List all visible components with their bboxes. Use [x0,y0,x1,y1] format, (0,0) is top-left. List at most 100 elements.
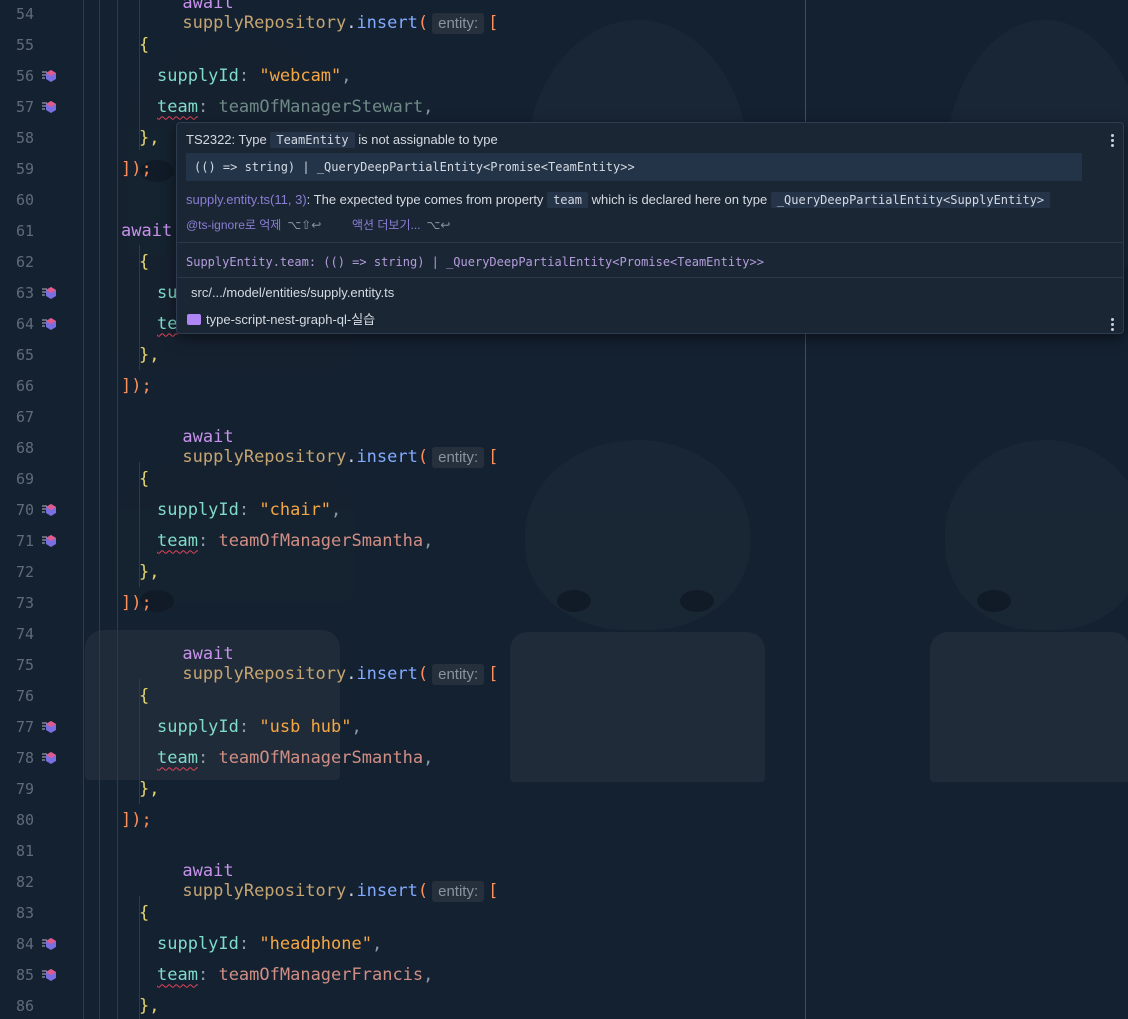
colon: : [238,716,250,737]
team-key-error[interactable]: team [157,97,198,117]
code-line: 72 }, [0,556,1128,587]
supply-id-key: supplyId [157,716,239,737]
line-number: 86 [15,996,34,1015]
code-line: 85 team: teamOfManagerFrancis, [0,959,1128,990]
line-number: 67 [15,407,34,426]
implementation-marker-icon[interactable] [38,749,60,767]
line-number: 56 [15,66,34,85]
line-number: 63 [15,283,34,302]
error-type-chip: TeamEntity [270,132,355,148]
line-number: 75 [15,655,34,674]
more-actions-link[interactable]: 액션 더보기... [352,218,421,232]
supply-id-value: "webcam" [259,65,342,86]
code-line: 57 team: teamOfManagerStewart, [0,91,1128,122]
team-key-error[interactable]: te [157,314,177,334]
error-prefix: TS2322: Type [186,132,267,147]
implementation-marker-icon[interactable] [38,284,60,302]
brace: { [139,902,150,923]
colon: : [197,747,209,768]
project-name: type-script-nest-graph-ql-실습 [187,309,375,328]
implementation-marker-icon[interactable] [38,315,60,333]
property-chip: team [547,192,588,208]
await-keyword: await [182,0,234,13]
brace: }, [139,995,160,1016]
supply-id-key: supplyId [157,499,239,520]
popup-divider [177,242,1123,243]
line-number: 85 [15,965,34,984]
comma: , [423,96,434,117]
await-keyword: await [182,644,234,664]
code-line: 82 await supplyRepository.insert(entity:… [0,861,1128,902]
comma: , [423,747,434,768]
close-bracket: ]); [121,592,152,613]
team-key-error[interactable]: team [157,748,198,768]
line-number: 82 [15,872,34,891]
code-line: 56 supplyId: "webcam", [0,60,1128,91]
implementation-marker-icon[interactable] [38,966,60,984]
code-line: 77 supplyId: "usb hub", [0,711,1128,742]
code-line: 55 { [0,29,1128,60]
code-line: 54 await supplyRepository.insert(entity:… [0,0,1128,34]
implementation-marker-icon[interactable] [38,935,60,953]
team-value: teamOfManagerStewart [218,96,424,117]
source-file-link[interactable]: supply.entity.ts(11, 3) [186,192,307,207]
declared-type-chip: _QueryDeepPartialEntity<SupplyEntity> [770,192,1051,208]
line-number: 57 [15,97,34,116]
implementation-marker-icon[interactable] [38,98,60,116]
await-keyword: await [121,220,173,241]
shortcut-hint: ⌥↩ [426,218,451,232]
code-line: 83 { [0,897,1128,928]
line-number: 65 [15,345,34,364]
suppress-ts-ignore-action[interactable]: @ts-ignore로 억제 [186,218,281,232]
comma: , [423,964,434,985]
line-number: 78 [15,748,34,767]
file-path[interactable]: src/.../model/entities/supply.entity.ts [191,285,394,300]
line-number: 84 [15,934,34,953]
implementation-marker-icon[interactable] [38,67,60,85]
team-key-error[interactable]: team [157,531,198,551]
comma: , [331,499,342,520]
line-number: 72 [15,562,34,581]
more-options-icon[interactable] [1111,134,1115,147]
close-bracket: ]); [121,375,152,396]
code-line: 69 { [0,463,1128,494]
more-options-icon[interactable] [1111,318,1115,331]
supply-id-key: su [157,282,178,303]
supply-id-value: "chair" [259,499,332,520]
line-number: 62 [15,252,34,271]
line-number: 80 [15,810,34,829]
implementation-marker-icon[interactable] [38,718,60,736]
property-signature: SupplyEntity.team: (() => string) | _Que… [186,255,764,269]
comma: , [351,716,362,737]
line-number: 76 [15,686,34,705]
line-number: 69 [15,469,34,488]
line-number: 79 [15,779,34,798]
code-line: 84 supplyId: "headphone", [0,928,1128,959]
line-number: 77 [15,717,34,736]
line-number: 61 [15,221,34,240]
implementation-marker-icon[interactable] [38,532,60,550]
code-line: 70 supplyId: "chair", [0,494,1128,525]
brace: { [139,685,150,706]
code-line: 65 }, [0,339,1128,370]
line-number: 66 [15,376,34,395]
source-info: supply.entity.ts(11, 3): The expected ty… [186,192,1051,208]
team-key-error[interactable]: team [157,965,198,985]
code-line: 75 await supplyRepository.insert(entity:… [0,644,1128,685]
code-line: 71 team: teamOfManagerSmantha, [0,525,1128,556]
error-hover-popup[interactable]: TS2322: Type TeamEntity is not assignabl… [176,122,1124,334]
team-value: teamOfManagerFrancis [218,964,424,985]
implementation-marker-icon[interactable] [38,501,60,519]
comma: , [371,933,383,954]
folder-icon [187,314,201,325]
brace: }, [139,561,160,582]
code-line: 78 team: teamOfManagerSmantha, [0,742,1128,773]
code-line: 66 ]); [0,370,1128,401]
await-keyword: await [182,427,234,447]
team-value: teamOfManagerSmantha [218,747,424,768]
source-text: which is declared here on type [591,192,768,207]
code-line: 68 await supplyRepository.insert(entity:… [0,427,1128,468]
comma: , [423,530,434,551]
supply-id-key: supplyId [157,933,239,954]
colon: : [238,933,250,954]
